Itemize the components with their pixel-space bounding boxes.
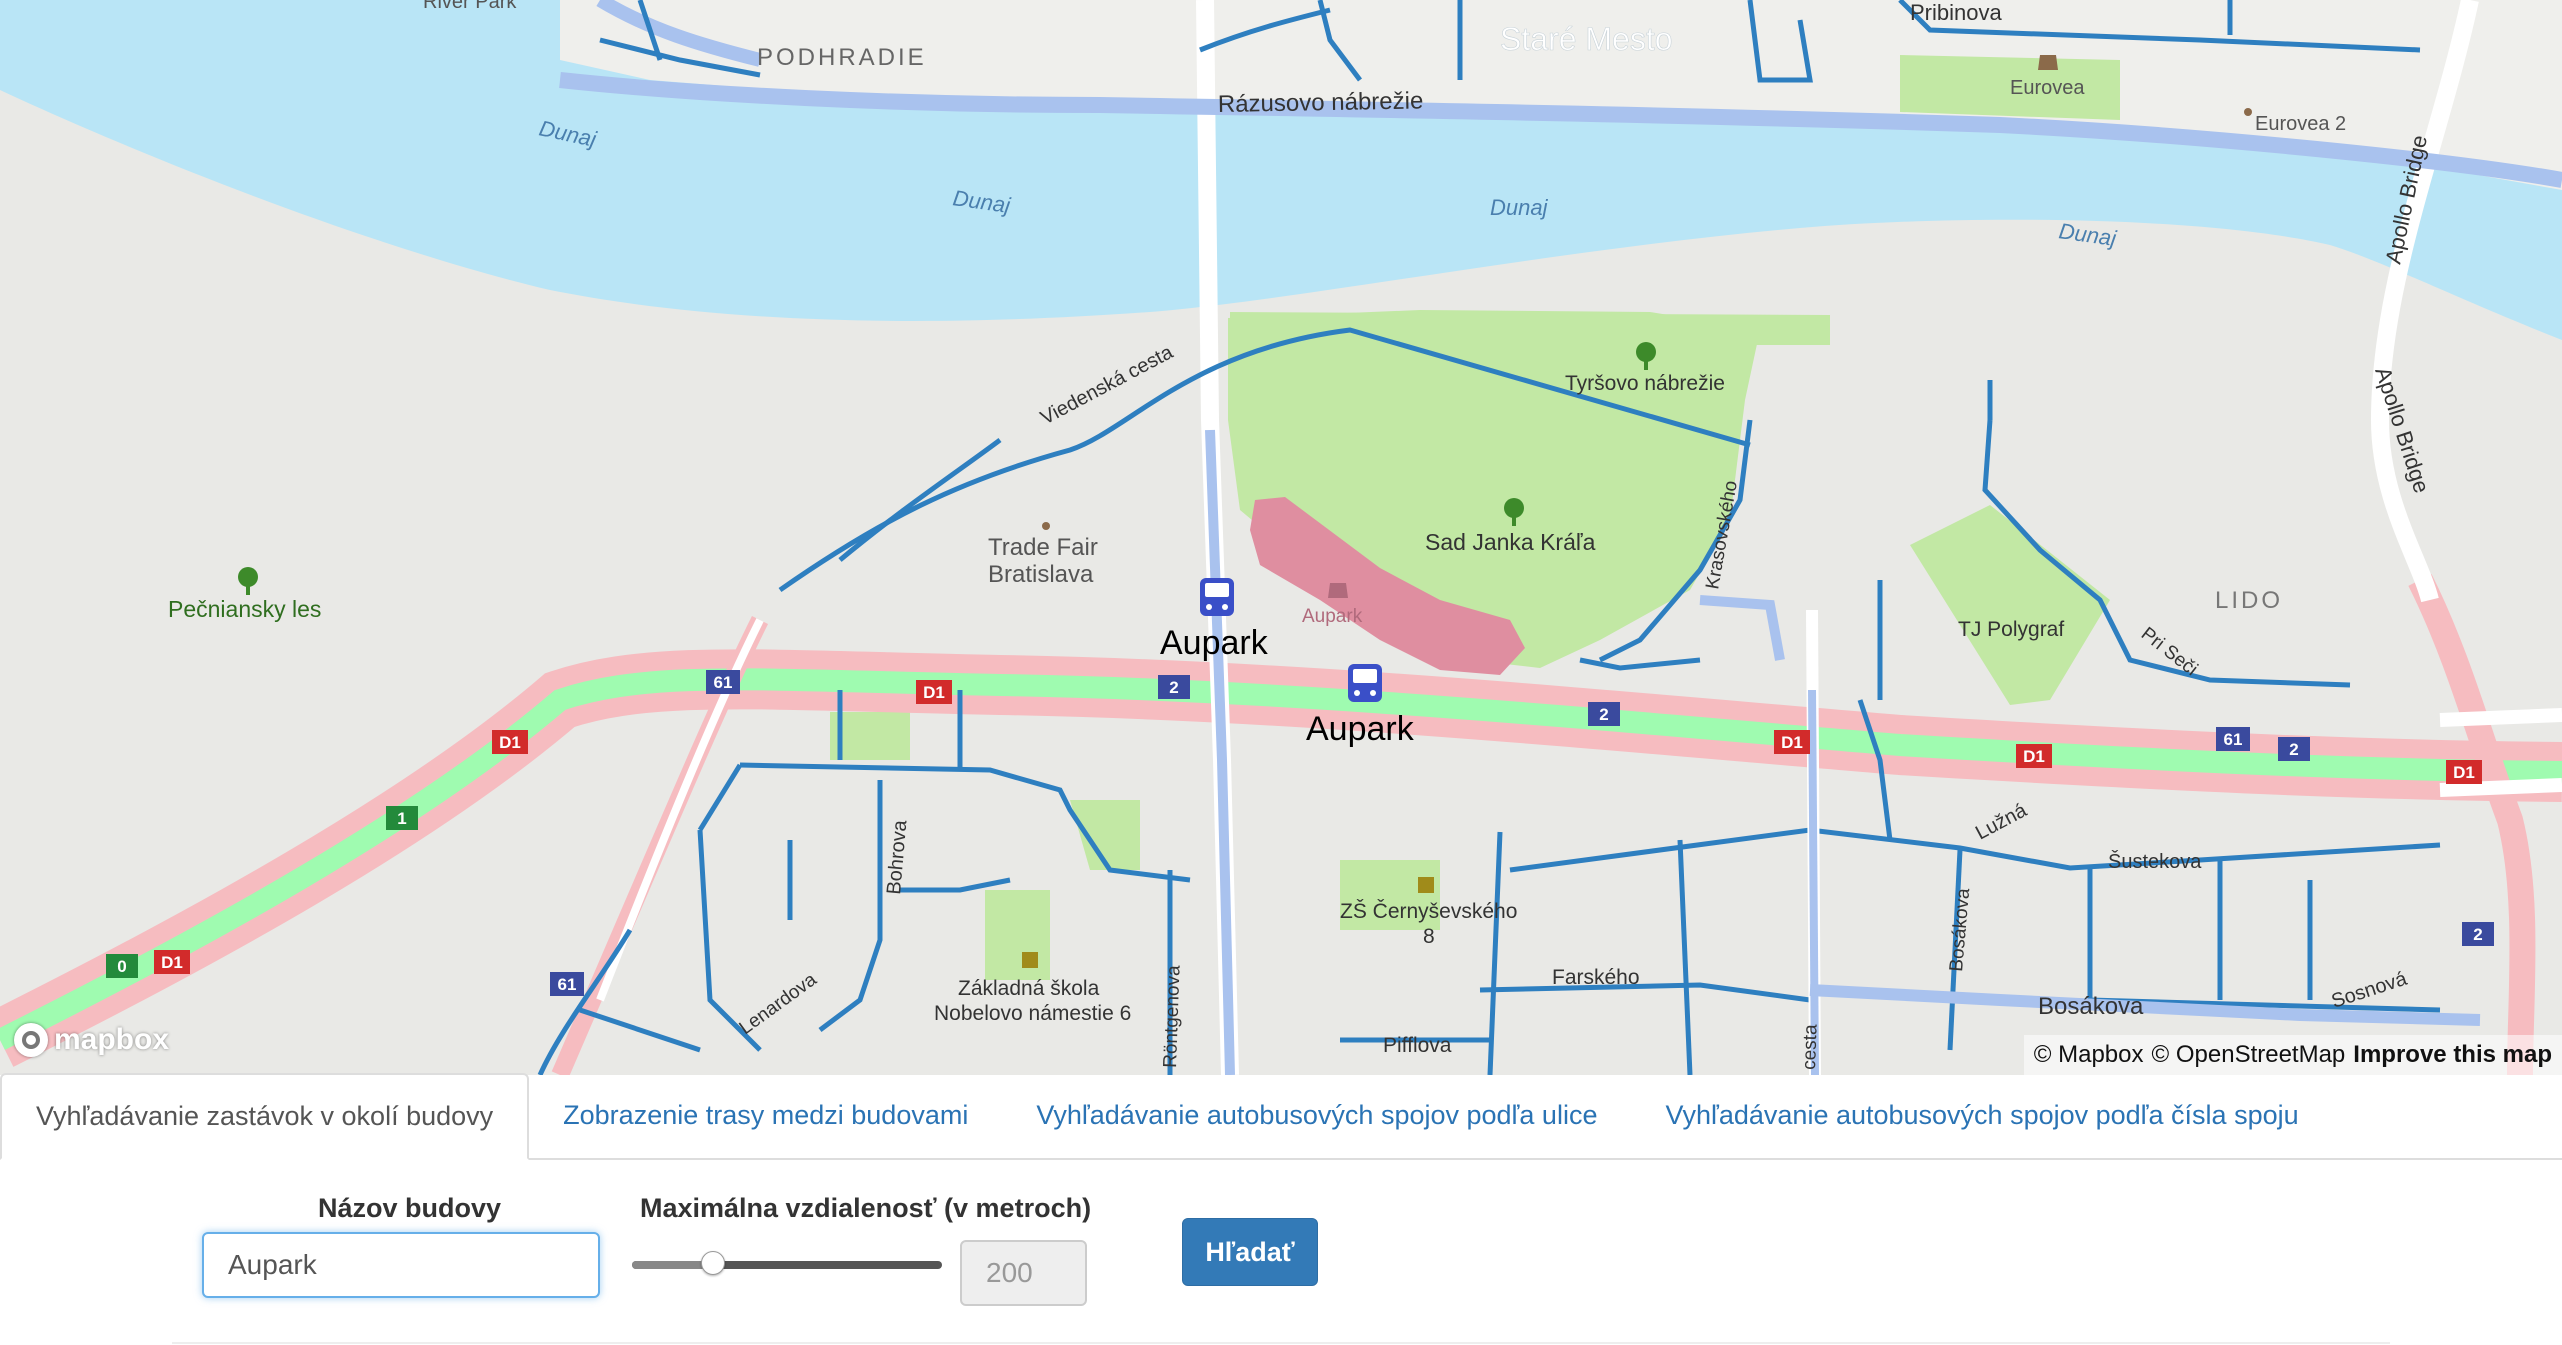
label-trade2: Bratislava bbox=[988, 561, 1094, 588]
max-distance-label: Maximálna vzdialenosť (v metroch) bbox=[640, 1193, 1092, 1223]
shield-0: 0 bbox=[117, 957, 126, 976]
label-tyrsovo: Tyršovo nábrežie bbox=[1565, 372, 1725, 395]
poi-dot-icon bbox=[2244, 108, 2252, 116]
building-name-label: Názov budovy bbox=[318, 1193, 502, 1223]
label-rontgenova: Röntgenova bbox=[1160, 965, 1185, 1069]
shield-d1: D1 bbox=[161, 953, 183, 972]
attribution-osm-link[interactable]: © OpenStreetMap bbox=[2152, 1041, 2346, 1069]
map-canvas[interactable]: River Park PODHRADIE Staré Mesto Pribino… bbox=[0, 0, 2562, 1075]
shield-d1: D1 bbox=[923, 683, 945, 702]
label-eurovea2: Eurovea 2 bbox=[2255, 113, 2346, 135]
label-aupark-mall: Aupark bbox=[1302, 606, 1363, 627]
search-button[interactable]: Hľadať bbox=[1182, 1218, 1318, 1286]
label-zs1: ZŠ Černyševského bbox=[1340, 900, 1517, 923]
shopping-bag-icon bbox=[1328, 583, 1348, 598]
label-trade1: Trade Fair bbox=[988, 534, 1098, 561]
attribution-mapbox-link[interactable]: © Mapbox bbox=[2034, 1041, 2144, 1069]
shopping-bag-icon bbox=[2038, 55, 2058, 70]
panel-divider bbox=[172, 1342, 2390, 1344]
tab-bar: Vyhľadávanie zastávok v okolí budovy Zob… bbox=[0, 1073, 2562, 1160]
label-podhradie: PODHRADIE bbox=[757, 44, 927, 71]
distance-value-field: 200 bbox=[960, 1240, 1087, 1306]
shield-2: 2 bbox=[1599, 705, 1608, 724]
shield-2: 2 bbox=[2289, 740, 2298, 759]
label-zs2: 8 bbox=[1423, 925, 1435, 948]
south-road-4 bbox=[2439, 778, 2562, 797]
shield-2: 2 bbox=[2473, 925, 2482, 944]
school-icon bbox=[1418, 877, 1434, 893]
tab-search-stops-near-building[interactable]: Vyhľadávanie zastávok v okolí budovy bbox=[0, 1073, 530, 1160]
shield-d1: D1 bbox=[2023, 747, 2045, 766]
label-cesta: cesta bbox=[1799, 1024, 1822, 1071]
label-sad: Sad Janka Kráľa bbox=[1425, 529, 1596, 555]
label-pecniansky: Pečniansky les bbox=[168, 596, 321, 622]
school-icon bbox=[1022, 952, 1038, 968]
poi-dot-icon bbox=[1042, 522, 1050, 530]
label-tj: TJ Polygraf bbox=[1958, 618, 2064, 641]
shield-61: 61 bbox=[558, 975, 577, 994]
label-razusovo: Rázusovo nábrežie bbox=[1218, 87, 1424, 118]
bus-stop-icon[interactable] bbox=[1348, 664, 1382, 702]
shield-d1: D1 bbox=[2453, 763, 2475, 782]
tab-route-between-buildings[interactable]: Zobrazenie trasy medzi budovami bbox=[529, 1073, 1002, 1158]
label-sustekova: Šustekova bbox=[2108, 850, 2202, 873]
shield-2: 2 bbox=[1169, 678, 1178, 697]
label-lido: LIDO bbox=[2215, 587, 2283, 614]
label-stare-mesto: Staré Mesto bbox=[1500, 21, 1673, 57]
mapbox-logo[interactable]: mapbox bbox=[14, 1020, 169, 1060]
mapbox-logo-text: mapbox bbox=[54, 1023, 170, 1056]
map-attribution: © Mapbox © OpenStreetMap Improve this ma… bbox=[2023, 1035, 2562, 1075]
improve-map-link[interactable]: Improve this map bbox=[2353, 1041, 2552, 1069]
shield-d1: D1 bbox=[1781, 733, 1803, 752]
label-pribinova: Pribinova bbox=[1910, 0, 2002, 25]
label-zakladna1: Základná škola bbox=[958, 977, 1100, 1000]
label-eurovea: Eurovea bbox=[2010, 77, 2085, 99]
label-pifflova: Pifflova bbox=[1383, 1034, 1452, 1057]
shield-d1: D1 bbox=[499, 733, 521, 752]
bus-stop-icon[interactable] bbox=[1200, 578, 1234, 616]
label-zakladna2: Nobelovo námestie 6 bbox=[934, 1002, 1131, 1025]
south-road-1-route bbox=[1808, 689, 1819, 1075]
label-dunaj3: Dunaj bbox=[1490, 195, 1549, 220]
tab-bus-connections-by-street[interactable]: Vyhľadávanie autobusových spojov podľa u… bbox=[1002, 1073, 1631, 1158]
shield-61: 61 bbox=[2224, 730, 2243, 749]
shield-1: 1 bbox=[397, 809, 406, 828]
building-name-input[interactable] bbox=[202, 1232, 600, 1298]
label-aupark-stop2: Aupark bbox=[1306, 710, 1415, 748]
south-road-3 bbox=[2439, 708, 2562, 727]
distance-slider-thumb[interactable] bbox=[700, 1251, 725, 1275]
search-panel: Názov budovy Maximálna vzdialenosť (v me… bbox=[0, 1160, 2562, 1345]
mapbox-logo-icon bbox=[14, 1023, 48, 1057]
park-misc4 bbox=[985, 890, 1050, 980]
label-river-park: River Park bbox=[423, 0, 517, 13]
label-farskeho: Farského bbox=[1552, 966, 1640, 989]
map[interactable]: River Park PODHRADIE Staré Mesto Pribino… bbox=[0, 0, 2562, 1075]
label-bosakova-h: Bosákova bbox=[2038, 993, 2144, 1020]
tab-bus-connections-by-number[interactable]: Vyhľadávanie autobusových spojov podľa č… bbox=[1631, 1073, 2332, 1158]
label-aupark-stop1: Aupark bbox=[1160, 624, 1269, 662]
shield-61: 61 bbox=[714, 673, 733, 692]
park-tyrsovo bbox=[1230, 312, 1830, 345]
